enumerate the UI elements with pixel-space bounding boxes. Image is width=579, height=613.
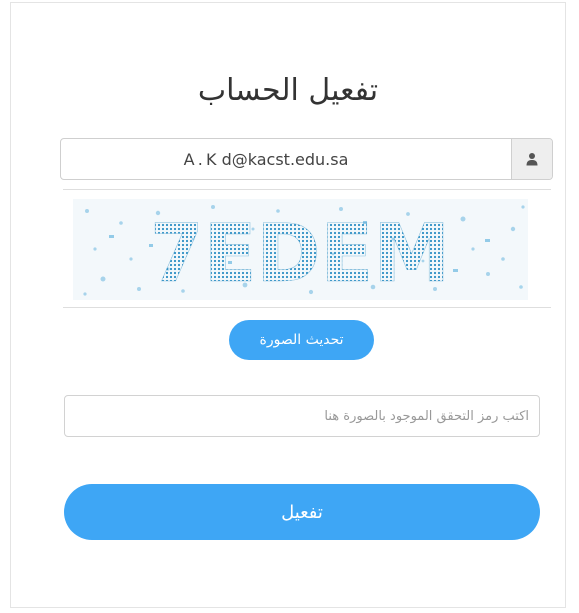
activate-button[interactable]: تفعيل [64,484,540,540]
user-icon [511,139,552,179]
refresh-captcha-button[interactable]: تحديث الصورة [229,320,374,360]
captcha-code-input[interactable] [64,395,540,437]
page-title: تفعيل الحساب [197,73,379,108]
captcha-area: 7EDEM [63,189,551,308]
captcha-text: 7EDEM [150,207,450,300]
email-value: A . K d@kacst.edu.sa [183,149,349,169]
email-field-group: A . K d@kacst.edu.sa [60,138,553,180]
activation-card: تفعيل الحساب A . K d@kacst.edu.sa 7EDEM … [10,2,566,608]
captcha-image: 7EDEM [73,199,528,300]
